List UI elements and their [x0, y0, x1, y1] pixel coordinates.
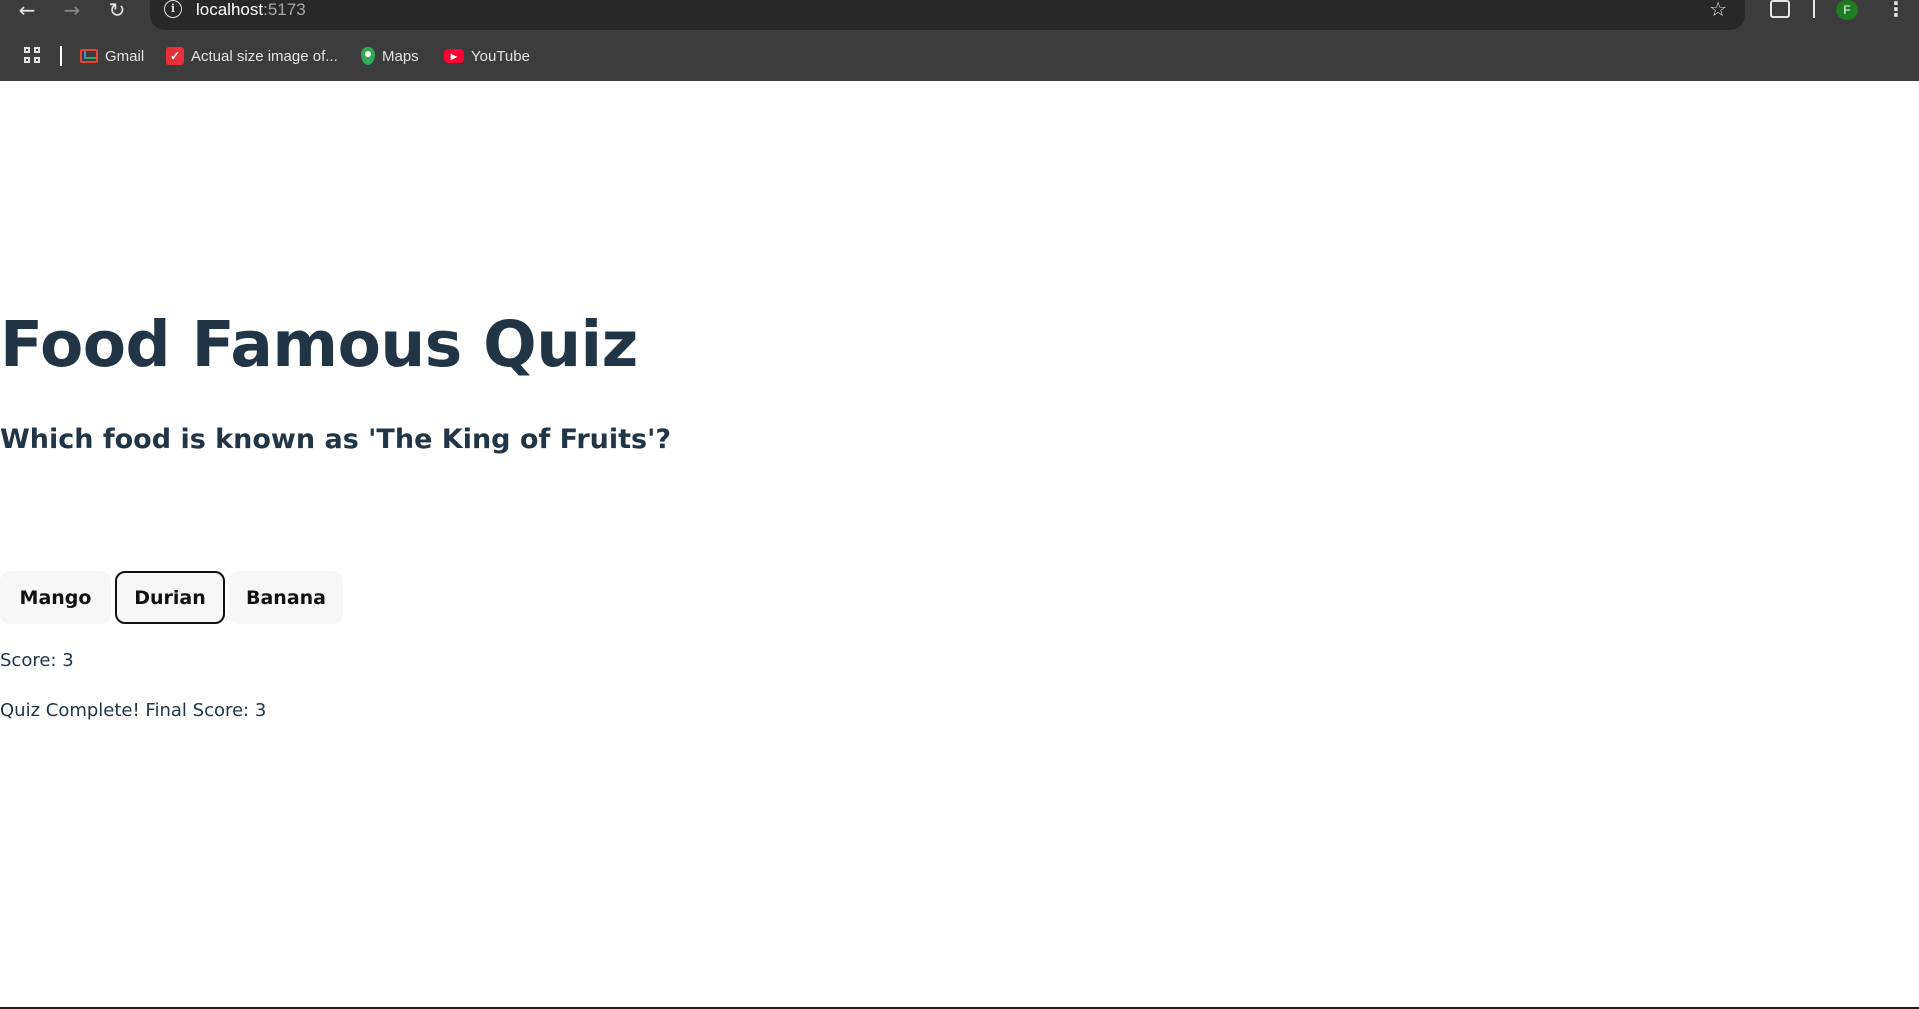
apps-grid-icon[interactable] [24, 47, 42, 65]
option-mango-button[interactable]: Mango [0, 571, 111, 624]
bookmark-label: Actual size image of... [191, 47, 338, 65]
answer-options: Mango Durian Banana [0, 571, 347, 624]
extensions-icon[interactable] [1770, 0, 1790, 18]
profile-avatar[interactable]: F [1836, 0, 1858, 20]
more-menu-icon[interactable]: ⋮ [1886, 0, 1906, 19]
forward-arrow-icon[interactable]: → [57, 0, 87, 20]
youtube-icon: ▶ [444, 49, 464, 63]
bookmark-label: Gmail [105, 47, 145, 65]
url-port: :5173 [263, 0, 306, 19]
bolt-icon: ✓ [166, 47, 184, 65]
site-info-icon[interactable]: i [164, 0, 182, 18]
quiz-complete-text: Quiz Complete! Final Score: 3 [0, 700, 267, 721]
option-banana-button[interactable]: Banana [229, 571, 343, 624]
bookmark-youtube[interactable]: ▶ YouTube [444, 40, 530, 72]
bookmark-label: YouTube [471, 47, 530, 65]
bookmarks-bar: Gmail ✓ Actual size image of... Maps ▶ Y… [0, 40, 1919, 72]
page-title: Food Famous Quiz [0, 308, 638, 381]
option-durian-button[interactable]: Durian [115, 571, 225, 624]
address-bar[interactable]: i localhost:5173 ☆ [150, 0, 1745, 30]
bookmark-label: Maps [382, 47, 419, 65]
url-text[interactable]: localhost:5173 [196, 0, 306, 20]
bookmark-gmail[interactable]: Gmail [80, 40, 144, 72]
score-text: Score: 3 [0, 650, 74, 671]
bookmark-maps[interactable]: Maps [361, 40, 419, 72]
quiz-question: Which food is known as 'The King of Frui… [0, 424, 672, 455]
back-arrow-icon[interactable]: ← [12, 0, 42, 20]
reload-icon[interactable]: ↻ [102, 0, 132, 20]
browser-toolbar: ← → ↻ i localhost:5173 ☆ F ⋮ [0, 0, 1919, 30]
gmail-icon [80, 49, 98, 63]
bookmark-star-icon[interactable]: ☆ [1709, 0, 1727, 20]
browser-chrome: ← → ↻ i localhost:5173 ☆ F ⋮ Gmail ✓ Act… [0, 0, 1919, 81]
url-host: localhost [196, 0, 264, 19]
maps-icon [361, 47, 375, 65]
page-content [0, 81, 1919, 1009]
bookmark-actual-size-image[interactable]: ✓ Actual size image of... [166, 40, 338, 72]
toolbar-divider [1813, 0, 1815, 18]
bookmarks-divider [60, 46, 62, 66]
